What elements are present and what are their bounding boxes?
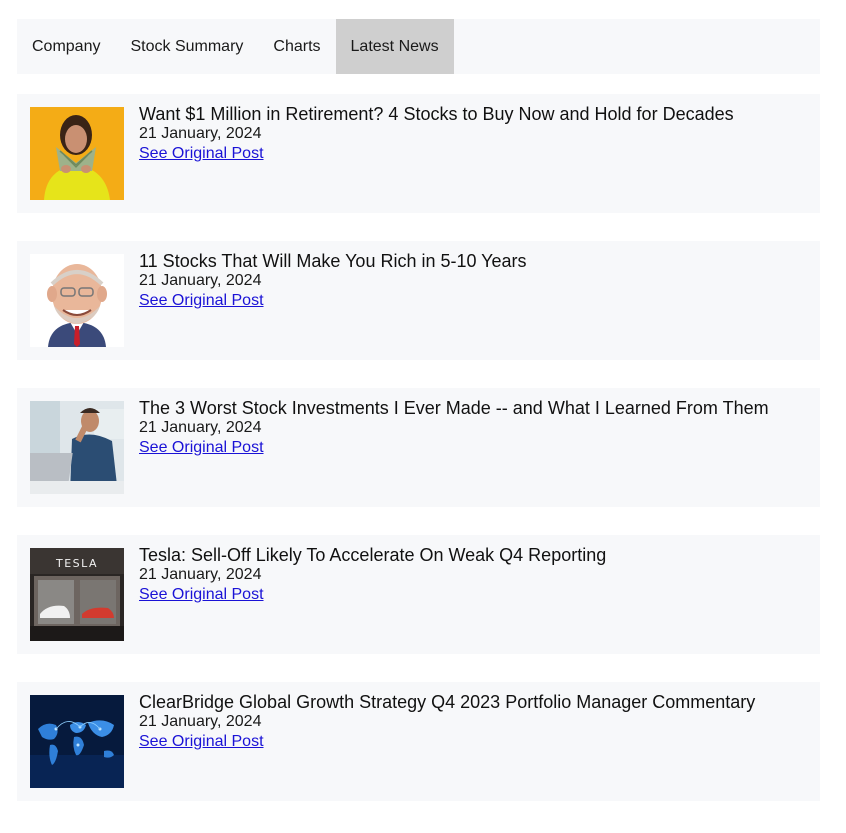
news-headline: Want $1 Million in Retirement? 4 Stocks … — [139, 104, 734, 124]
news-card: Want $1 Million in Retirement? 4 Stocks … — [17, 94, 820, 213]
tesla-showroom-image: TESLA — [30, 548, 124, 641]
tab-label: Charts — [273, 37, 321, 55]
see-original-post-link[interactable]: See Original Post — [139, 733, 264, 750]
news-date: 21 January, 2024 — [139, 713, 262, 730]
tab-label: Stock Summary — [130, 37, 244, 55]
news-date: 21 January, 2024 — [139, 272, 262, 289]
tab-label: Latest News — [350, 37, 439, 55]
see-original-post-link[interactable]: See Original Post — [139, 439, 264, 456]
tab-company[interactable]: Company — [17, 19, 115, 74]
caricature-man-image — [30, 254, 124, 347]
news-headline: The 3 Worst Stock Investments I Ever Mad… — [139, 398, 769, 418]
news-date: 21 January, 2024 — [139, 419, 262, 436]
news-card: 11 Stocks That Will Make You Rich in 5-1… — [17, 241, 820, 360]
see-original-post-link[interactable]: See Original Post — [139, 145, 264, 162]
digital-world-map-image — [30, 695, 124, 788]
tab-stock-summary[interactable]: Stock Summary — [115, 19, 258, 74]
news-date: 21 January, 2024 — [139, 566, 262, 583]
see-original-post-link[interactable]: See Original Post — [139, 292, 264, 309]
see-original-post-link[interactable]: See Original Post — [139, 586, 264, 603]
tab-charts[interactable]: Charts — [258, 19, 335, 74]
news-headline: ClearBridge Global Growth Strategy Q4 20… — [139, 692, 756, 712]
news-date: 21 January, 2024 — [139, 125, 262, 142]
news-headline: 11 Stocks That Will Make You Rich in 5-1… — [139, 251, 527, 271]
tesla-logo-text: TESLA — [55, 557, 98, 570]
news-card: The 3 Worst Stock Investments I Ever Mad… — [17, 388, 820, 507]
tab-latest-news[interactable]: Latest News — [335, 19, 454, 74]
tab-label: Company — [32, 37, 101, 55]
news-headline: Tesla: Sell-Off Likely To Accelerate On … — [139, 545, 607, 565]
nav-tabs: Company Stock Summary Charts Latest News — [17, 19, 820, 74]
news-card: ClearBridge Global Growth Strategy Q4 20… — [17, 682, 820, 801]
stressed-man-laptop-image — [30, 401, 124, 494]
news-card: TESLA Tesla: Sell-Off Likely To Accelera… — [17, 535, 820, 654]
woman-holding-cash-image — [30, 107, 124, 200]
